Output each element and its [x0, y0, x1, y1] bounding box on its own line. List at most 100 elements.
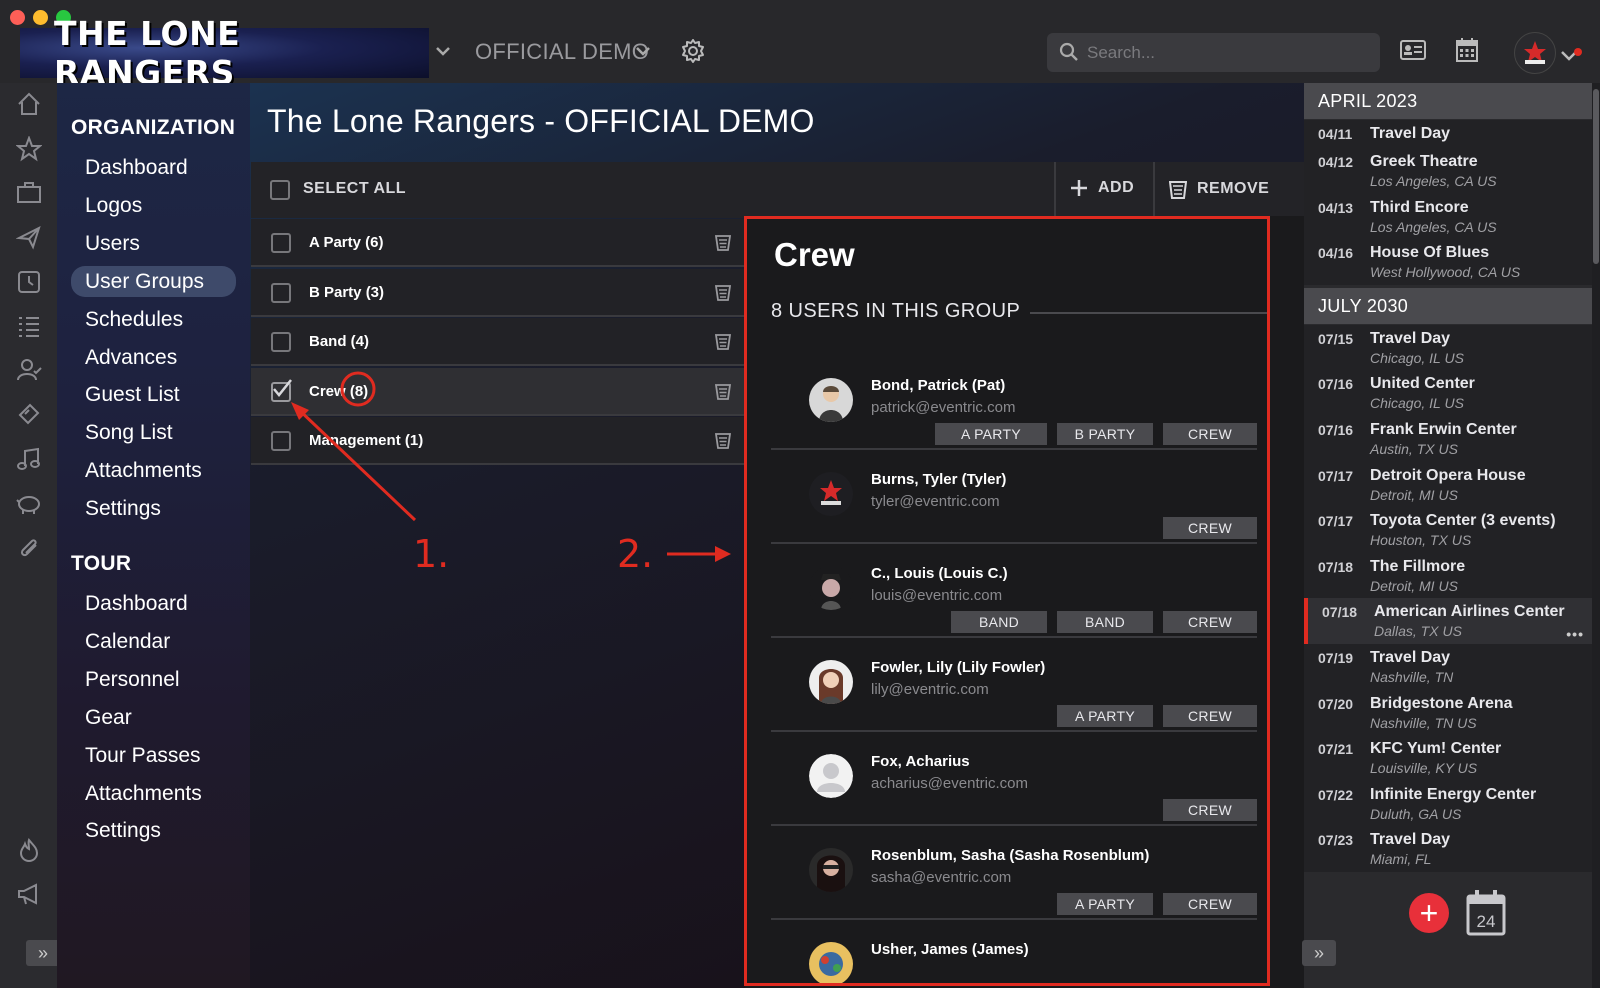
user-row[interactable]: Bond, Patrick (Pat) patrick@eventric.com A… — [771, 354, 1257, 450]
person-icon[interactable] — [16, 357, 42, 383]
group-tag[interactable]: CREW — [1163, 611, 1257, 633]
tour-sidebar-item-tour-passes[interactable]: Tour Passes — [71, 740, 236, 771]
group-checkbox[interactable] — [271, 282, 291, 303]
group-checkbox[interactable] — [271, 233, 291, 253]
event-title: Infinite Energy Center — [1370, 785, 1537, 803]
list-icon[interactable] — [16, 313, 42, 339]
sidebar-item-settings[interactable]: Settings — [71, 493, 236, 524]
tour-chevron-down-icon[interactable] — [634, 42, 652, 60]
sidebar-item-guest-list[interactable]: Guest List — [71, 379, 236, 410]
group-tag[interactable]: CREW — [1163, 517, 1257, 539]
calendar-event[interactable]: 07/17 Toyota Center (3 events) Houston, TX… — [1304, 507, 1592, 553]
org-logo[interactable]: THE LONE RANGERS — [20, 14, 429, 92]
tour-sidebar-item-settings[interactable]: Settings — [71, 815, 236, 846]
group-tag[interactable]: A PARTY — [1057, 705, 1153, 727]
group-tag[interactable]: B PARTY — [1057, 423, 1153, 445]
group-row[interactable]: A Party (6) — [251, 219, 745, 267]
briefcase-icon[interactable] — [16, 180, 42, 206]
calendar-event[interactable]: 07/23 Travel Day Miami, FL — [1304, 826, 1592, 872]
user-row[interactable]: Fox, Acharius acharius@eventric.com CREW — [771, 730, 1257, 826]
tour-sidebar-item-attachments[interactable]: Attachments — [71, 778, 236, 809]
group-row[interactable]: Band (4) — [251, 318, 745, 367]
calendar-event[interactable]: 07/18 The Fillmore Detroit, MI US — [1304, 552, 1592, 599]
sidebar-item-song-list[interactable]: Song List — [71, 417, 236, 448]
sidebar-item-logos[interactable]: Logos — [71, 190, 236, 221]
music-icon[interactable] — [16, 446, 42, 472]
group-tag[interactable]: CREW — [1163, 705, 1257, 727]
calendar-event[interactable]: 04/12 Greek Theatre Los Angeles, CA US — [1304, 148, 1592, 194]
trash-icon[interactable] — [714, 431, 732, 454]
add-button-label: ADD — [1098, 179, 1135, 196]
group-tag[interactable]: A PARTY — [1057, 893, 1153, 915]
paperclip-icon[interactable] — [16, 535, 42, 561]
flame-icon[interactable] — [16, 837, 42, 863]
calendar-event[interactable]: 07/16 Frank Erwin Center Austin, TX US — [1304, 416, 1592, 462]
add-button[interactable]: ADD — [1070, 179, 1134, 197]
sidebar-item-dashboard[interactable]: Dashboard — [71, 152, 236, 183]
tour-sidebar-item-dashboard[interactable]: Dashboard — [71, 588, 236, 619]
calendar-event[interactable]: 07/19 Travel Day Nashville, TN — [1304, 644, 1592, 690]
calendar-scrollbar[interactable] — [1592, 83, 1600, 988]
group-tag[interactable]: BAND — [951, 611, 1047, 633]
event-location: West Hollywood, CA US — [1370, 264, 1521, 281]
contact-card-icon[interactable] — [1400, 40, 1426, 60]
group-row[interactable]: B Party (3) — [251, 268, 745, 317]
trash-icon[interactable] — [714, 332, 732, 355]
group-tag[interactable]: BAND — [1057, 611, 1153, 633]
user-avatar[interactable] — [1514, 32, 1556, 74]
add-event-button[interactable]: + — [1409, 893, 1449, 933]
ticket-icon[interactable] — [16, 401, 42, 427]
user-row[interactable]: Burns, Tyler (Tyler) tyler@eventric.com CR… — [771, 448, 1257, 544]
group-tag[interactable]: A PARTY — [935, 423, 1047, 445]
today-calendar-icon[interactable]: 24 — [1466, 890, 1506, 936]
piggy-bank-icon[interactable] — [16, 490, 42, 516]
calendar-event[interactable]: 07/16 United Center Chicago, IL US — [1304, 370, 1592, 416]
gear-icon[interactable] — [680, 38, 706, 64]
tour-sidebar-item-personnel[interactable]: Personnel — [71, 664, 236, 695]
trash-icon[interactable] — [714, 283, 732, 306]
remove-button[interactable]: REMOVE — [1169, 179, 1269, 199]
trash-icon[interactable] — [714, 382, 732, 405]
user-row[interactable]: C., Louis (Louis C.) louis@eventric.com BA… — [771, 542, 1257, 638]
expand-calendar-button[interactable]: » — [1302, 940, 1336, 966]
calendar-event[interactable]: 04/13 Third Encore Los Angeles, CA US — [1304, 193, 1592, 240]
minimize-window-button[interactable] — [33, 10, 48, 25]
calendar-event[interactable]: 04/16 House Of Blues West Hollywood, CA US — [1304, 239, 1592, 285]
sidebar-item-advances[interactable]: Advances — [71, 342, 236, 373]
calendar-event[interactable]: 07/18 American Airlines Center Dallas, TX … — [1304, 598, 1592, 644]
group-checkbox[interactable] — [271, 332, 291, 353]
close-window-button[interactable] — [10, 10, 25, 25]
calendar-event[interactable]: 07/17 Detroit Opera House Detroit, MI US — [1304, 461, 1592, 508]
tour-sidebar-item-gear[interactable]: Gear — [71, 702, 236, 733]
group-tag[interactable]: CREW — [1163, 799, 1257, 821]
clock-icon[interactable] — [16, 269, 42, 295]
org-chevron-down-icon[interactable] — [434, 42, 452, 60]
search-input[interactable]: Search... — [1047, 33, 1380, 72]
trash-icon[interactable] — [714, 233, 732, 256]
calendar-event[interactable]: 07/21 KFC Yum! Center Louisville, KY US — [1304, 735, 1592, 781]
megaphone-icon[interactable] — [16, 881, 42, 907]
user-row[interactable]: Usher, James (James) — [771, 918, 1257, 988]
calendar-event[interactable]: 04/11 Travel Day — [1304, 120, 1592, 148]
group-tag[interactable]: CREW — [1163, 893, 1257, 915]
tour-selector[interactable]: OFFICIAL DEMO — [475, 39, 649, 65]
star-icon[interactable] — [16, 136, 42, 162]
select-all-label[interactable]: SELECT ALL — [303, 180, 406, 198]
sidebar-item-attachments[interactable]: Attachments — [71, 455, 236, 486]
calendar-event[interactable]: 07/22 Infinite Energy Center Duluth, GA US — [1304, 780, 1592, 827]
sidebar-item-users[interactable]: Users — [71, 228, 236, 259]
user-row[interactable]: Rosenblum, Sasha (Sasha Rosenblum) sasha@… — [771, 824, 1257, 920]
sidebar-item-user-groups[interactable]: User Groups — [71, 265, 236, 297]
calendar-icon[interactable] — [1456, 38, 1478, 62]
sidebar-item-schedules[interactable]: Schedules — [71, 304, 236, 335]
home-icon[interactable] — [16, 91, 42, 117]
plane-icon[interactable] — [16, 224, 42, 250]
expand-rail-button[interactable]: » — [26, 940, 60, 966]
more-options-icon[interactable]: ••• — [1566, 626, 1584, 642]
select-all-checkbox[interactable] — [270, 180, 290, 200]
calendar-event[interactable]: 07/20 Bridgestone Arena Nashville, TN US — [1304, 689, 1592, 736]
group-tag[interactable]: CREW — [1163, 423, 1257, 445]
tour-sidebar-item-calendar[interactable]: Calendar — [71, 626, 236, 657]
user-row[interactable]: Fowler, Lily (Lily Fowler) lily@eventric.… — [771, 636, 1257, 732]
calendar-event[interactable]: 07/15 Travel Day Chicago, IL US — [1304, 324, 1592, 371]
